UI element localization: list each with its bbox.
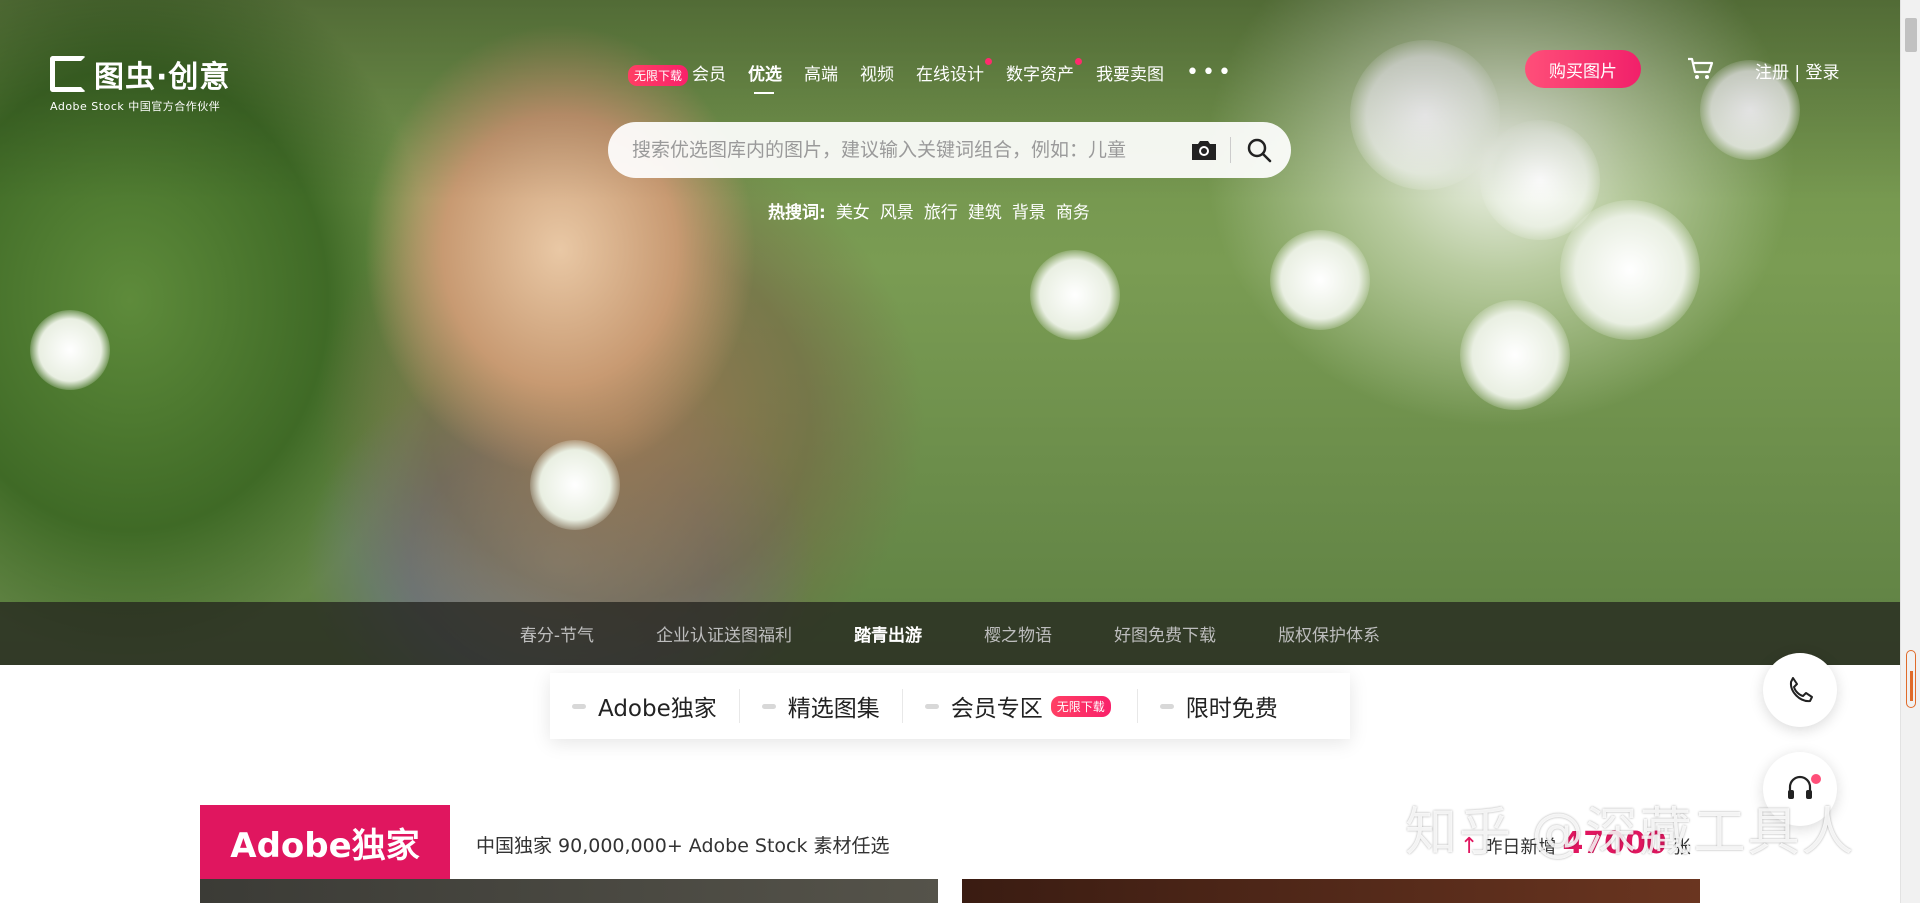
search-icon[interactable]: [1241, 132, 1277, 168]
subnav-item[interactable]: 樱之物语: [984, 621, 1052, 646]
search-divider: [1230, 137, 1231, 163]
tab-label: 会员专区: [950, 696, 1043, 722]
site-logo[interactable]: 图虫·创意 Adobe Stock 中国官方合作伙伴: [50, 52, 230, 114]
nav-item-online-design[interactable]: 在线设计: [916, 58, 993, 86]
page: 图虫·创意 Adobe Stock 中国官方合作伙伴 无限下载 会员 优选 高端 …: [0, 0, 1920, 903]
tab-label: Adobe独家: [598, 696, 717, 722]
tab-adobe-exclusive[interactable]: Adobe独家: [550, 689, 740, 723]
hot-search-label: 热搜词:: [768, 203, 826, 223]
camera-icon[interactable]: [1186, 132, 1222, 168]
section-title: Adobe独家: [200, 805, 450, 879]
search-bar: [608, 122, 1291, 178]
tab-dash: [572, 703, 586, 709]
category-tabs: Adobe独家 精选图集 会员专区 无限下载 限时免费: [550, 673, 1350, 739]
logo-name: 图虫·创意: [94, 60, 231, 95]
tab-limited-free[interactable]: 限时免费: [1138, 689, 1300, 723]
subnav-item[interactable]: 企业认证送图福利: [656, 621, 792, 646]
banner-subnav: 春分-节气 企业认证送图福利 踏青出游 樱之物语 好图免费下载 版权保护体系: [0, 602, 1900, 665]
tab-label: 限时免费: [1185, 696, 1278, 722]
nav-item-label: 数字资产: [1006, 65, 1075, 86]
tab-curated-sets[interactable]: 精选图集: [740, 689, 903, 723]
tab-member-zone[interactable]: 会员专区 无限下载: [903, 689, 1138, 723]
main-nav: 无限下载 会员 优选 高端 视频 在线设计 数字资产 我要卖图 •••: [628, 58, 1234, 95]
subnav-item[interactable]: 好图免费下载: [1114, 621, 1216, 646]
hot-word[interactable]: 商务: [1056, 198, 1090, 223]
notification-dot: [1811, 774, 1821, 784]
search-input[interactable]: [608, 122, 1186, 178]
scrollbar-thumb[interactable]: [1905, 18, 1917, 52]
hot-search-words: 热搜词: 美女 风景 旅行 建筑 背景 商务: [768, 198, 1090, 223]
unlimited-download-badge: 无限下载: [628, 64, 689, 86]
logo-icon: [50, 56, 86, 92]
new-dot: [1075, 58, 1083, 66]
register-login-link[interactable]: 注册 | 登录: [1755, 58, 1840, 83]
blossom-decoration: [1350, 40, 1500, 190]
nav-item-sell-images[interactable]: 我要卖图: [1096, 60, 1164, 85]
phone-icon[interactable]: [1763, 653, 1837, 727]
new-dot: [985, 58, 993, 66]
nav-item-premium[interactable]: 高端: [804, 60, 838, 85]
more-menu-icon[interactable]: •••: [1186, 60, 1234, 85]
gallery-image[interactable]: [200, 879, 938, 903]
hot-word[interactable]: 风景: [880, 198, 914, 223]
tab-dash: [1159, 703, 1174, 709]
buy-images-button[interactable]: 购买图片: [1525, 50, 1641, 88]
hot-word[interactable]: 建筑: [968, 198, 1002, 223]
blossom-decoration: [1560, 200, 1700, 340]
tab-dash: [761, 703, 776, 709]
hot-word[interactable]: 美女: [836, 198, 870, 223]
nav-item-member[interactable]: 无限下载 会员: [628, 60, 726, 86]
tab-label: 精选图集: [787, 696, 880, 722]
scroll-indicator[interactable]: [1906, 650, 1916, 708]
blossom-decoration: [1460, 300, 1570, 410]
subnav-item[interactable]: 春分-节气: [520, 621, 594, 646]
hot-word[interactable]: 背景: [1012, 198, 1046, 223]
watermark: 知乎 @深藏工具人: [1405, 803, 1856, 863]
logo-tagline: Adobe Stock 中国官方合作伙伴: [50, 100, 221, 113]
blossom-decoration: [530, 440, 620, 530]
gallery-image[interactable]: [962, 879, 1700, 903]
nav-item-video[interactable]: 视频: [860, 60, 894, 85]
nav-item-digital-assets[interactable]: 数字资产: [1006, 58, 1083, 86]
nav-item-label: 在线设计: [916, 65, 985, 86]
nav-item-label: 会员: [692, 65, 727, 85]
nav-item-featured[interactable]: 优选: [748, 60, 782, 95]
page-scrollbar[interactable]: [1900, 0, 1920, 903]
section-description: 中国独家 90,000,000+ Adobe Stock 素材任选: [476, 835, 890, 857]
blossom-decoration: [30, 310, 110, 390]
unlimited-download-badge: 无限下载: [1050, 695, 1111, 717]
subnav-item[interactable]: 版权保护体系: [1278, 621, 1380, 646]
tab-dash: [924, 703, 939, 709]
blossom-decoration: [1270, 230, 1370, 330]
blossom-decoration: [1030, 250, 1120, 340]
subnav-item-active[interactable]: 踏青出游: [854, 621, 922, 646]
hero-banner[interactable]: [0, 0, 1900, 665]
hot-word[interactable]: 旅行: [924, 198, 958, 223]
cart-icon[interactable]: [1687, 56, 1715, 82]
